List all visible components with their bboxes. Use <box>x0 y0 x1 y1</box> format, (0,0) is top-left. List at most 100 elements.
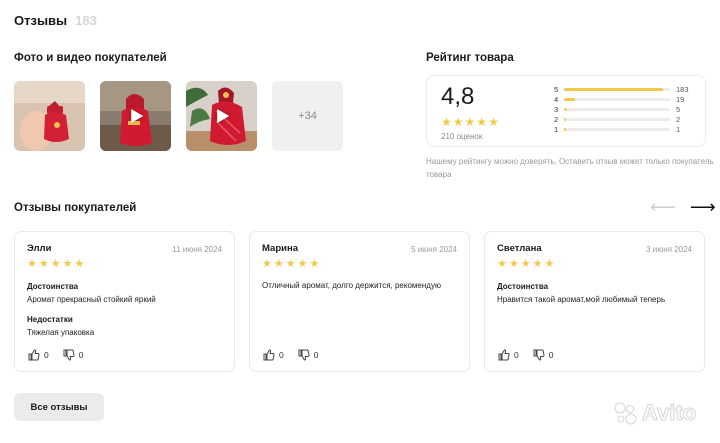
thumbs-up-icon <box>498 349 510 361</box>
star-icon: ★ <box>488 115 499 129</box>
star-icon: ★ <box>497 258 507 270</box>
dislike-button[interactable]: 0 <box>533 349 554 361</box>
review-actions: 0 0 <box>263 349 318 361</box>
rating-total: 210 оценок <box>441 132 483 141</box>
star-icon: ★ <box>508 258 519 270</box>
review-cons-text: Тяжелая упаковка <box>27 328 95 337</box>
review-card[interactable]: Марина 5 июня 2024 ★ ★ ★ ★ ★ Отличный аромат… <box>249 231 470 372</box>
rating-bar-fill <box>564 87 663 91</box>
star-icon: ★ <box>50 258 61 270</box>
thumbs-down-icon <box>298 349 310 361</box>
star-icon: ★ <box>285 258 296 270</box>
reviews-carousel: Элли 11 июня 2024 ★ ★ ★ ★ ★ Достоинства Аром… <box>14 231 705 372</box>
like-count: 0 <box>514 350 519 360</box>
rating-bar-track <box>564 118 670 122</box>
rating-bar-row: 3 5 <box>554 104 696 114</box>
avito-logo-icon <box>614 402 637 425</box>
rating-bar-fill <box>564 128 567 132</box>
rating-bar-star: 4 <box>554 94 559 104</box>
review-cons-label: Недостатки <box>27 315 73 324</box>
rating-bar-fill <box>564 118 567 122</box>
thumbs-up-icon <box>263 349 275 361</box>
review-actions: 0 0 <box>28 349 83 361</box>
star-icon: ★ <box>520 258 531 270</box>
reviews-header: Отзывы 183 <box>14 13 97 28</box>
rating-bar-count: 19 <box>676 94 685 104</box>
review-date: 5 июня 2024 <box>411 245 457 254</box>
thumbs-up-icon <box>28 349 40 361</box>
watermark: Avito <box>612 400 697 426</box>
rating-bar-track <box>564 97 670 101</box>
rating-bar-star: 5 <box>554 84 559 94</box>
like-button[interactable]: 0 <box>498 349 519 361</box>
like-button[interactable]: 0 <box>28 349 49 361</box>
rating-bar-fill <box>564 107 567 111</box>
review-text: Отличный аромат, долго держится, рекомен… <box>262 281 441 290</box>
watermark-text: Avito <box>641 400 697 426</box>
review-pros-label: Достоинства <box>27 282 79 291</box>
like-button[interactable]: 0 <box>263 349 284 361</box>
review-stars: ★ ★ ★ ★ ★ <box>262 259 457 270</box>
arrow-right-icon[interactable]: ⟶ <box>690 198 716 216</box>
rating-bar-count: 1 <box>676 125 681 135</box>
page-title: Отзывы <box>14 13 68 28</box>
rating-bar-count: 183 <box>676 84 689 94</box>
star-icon: ★ <box>62 258 73 270</box>
rating-bar-row: 1 1 <box>554 125 696 135</box>
thumbs-down-icon <box>63 349 75 361</box>
star-icon: ★ <box>27 258 37 270</box>
rating-bar-track <box>564 128 670 132</box>
dislike-count: 0 <box>78 350 84 360</box>
dislike-button[interactable]: 0 <box>298 349 319 361</box>
video-thumbnail[interactable] <box>186 81 257 151</box>
arrow-left-icon[interactable]: ⟵ <box>650 198 676 216</box>
rating-trust-note: Нашему рейтингу можно доверять. Оставить… <box>426 157 714 179</box>
star-icon: ★ <box>452 115 464 129</box>
star-icon: ★ <box>38 258 49 270</box>
rating-bar-star: 3 <box>554 104 559 114</box>
star-icon: ★ <box>74 258 85 270</box>
rating-bar-count: 2 <box>676 115 681 125</box>
thumbs-down-icon <box>533 349 545 361</box>
rating-stars: ★ ★ ★ ★ ★ <box>441 116 499 128</box>
rating-section-title: Рейтинг товара <box>426 52 514 64</box>
rating-bar-fill <box>564 97 575 101</box>
rating-summary-card: 4,8 ★ ★ ★ ★ ★ 210 оценок 5 183 4 19 3 5 … <box>426 75 706 147</box>
review-pros-text: Аромат прекрасный стойкий яркий <box>27 295 156 304</box>
star-icon: ★ <box>441 115 452 129</box>
like-count: 0 <box>44 350 49 360</box>
customer-photos: +34 <box>14 81 343 151</box>
review-stars: ★ ★ ★ ★ ★ <box>497 259 692 270</box>
review-card[interactable]: Элли 11 июня 2024 ★ ★ ★ ★ ★ Достоинства Аром… <box>14 231 235 372</box>
star-icon: ★ <box>262 258 272 270</box>
reviews-section-title: Отзывы покупателей <box>14 202 137 214</box>
star-icon: ★ <box>464 115 476 129</box>
rating-bar-row: 2 2 <box>554 115 696 125</box>
dislike-count: 0 <box>548 350 554 360</box>
dislike-button[interactable]: 0 <box>63 349 84 361</box>
rating-distribution: 5 183 4 19 3 5 2 2 1 1 <box>554 84 696 135</box>
review-date: 3 июня 2024 <box>646 245 692 254</box>
review-pros-text: Нравится такой аромат,мой любимый теперь <box>497 295 666 304</box>
review-stars: ★ ★ ★ ★ ★ <box>27 259 222 270</box>
rating-bar-count: 5 <box>676 104 681 114</box>
star-icon: ★ <box>297 258 308 270</box>
rating-average: 4,8 <box>441 83 475 110</box>
video-thumbnail[interactable] <box>100 81 171 151</box>
play-icon <box>216 109 229 123</box>
star-icon: ★ <box>273 258 284 270</box>
dislike-count: 0 <box>313 350 319 360</box>
photos-section-title: Фото и видео покупателей <box>14 52 167 64</box>
photo-thumbnail[interactable] <box>14 81 85 151</box>
review-date: 11 июня 2024 <box>172 245 222 254</box>
rating-bar-star: 1 <box>554 125 559 135</box>
all-reviews-button[interactable]: Все отзывы <box>14 393 104 421</box>
review-card[interactable]: Светлана 3 июня 2024 ★ ★ ★ ★ ★ Достоинства Н… <box>484 231 705 372</box>
rating-bar-track <box>564 107 670 111</box>
star-icon: ★ <box>532 258 543 270</box>
more-photos-button[interactable]: +34 <box>272 81 343 151</box>
review-pros-label: Достоинства <box>497 282 549 291</box>
star-icon: ★ <box>309 258 320 270</box>
photo-image <box>14 81 85 151</box>
play-icon <box>130 109 143 123</box>
